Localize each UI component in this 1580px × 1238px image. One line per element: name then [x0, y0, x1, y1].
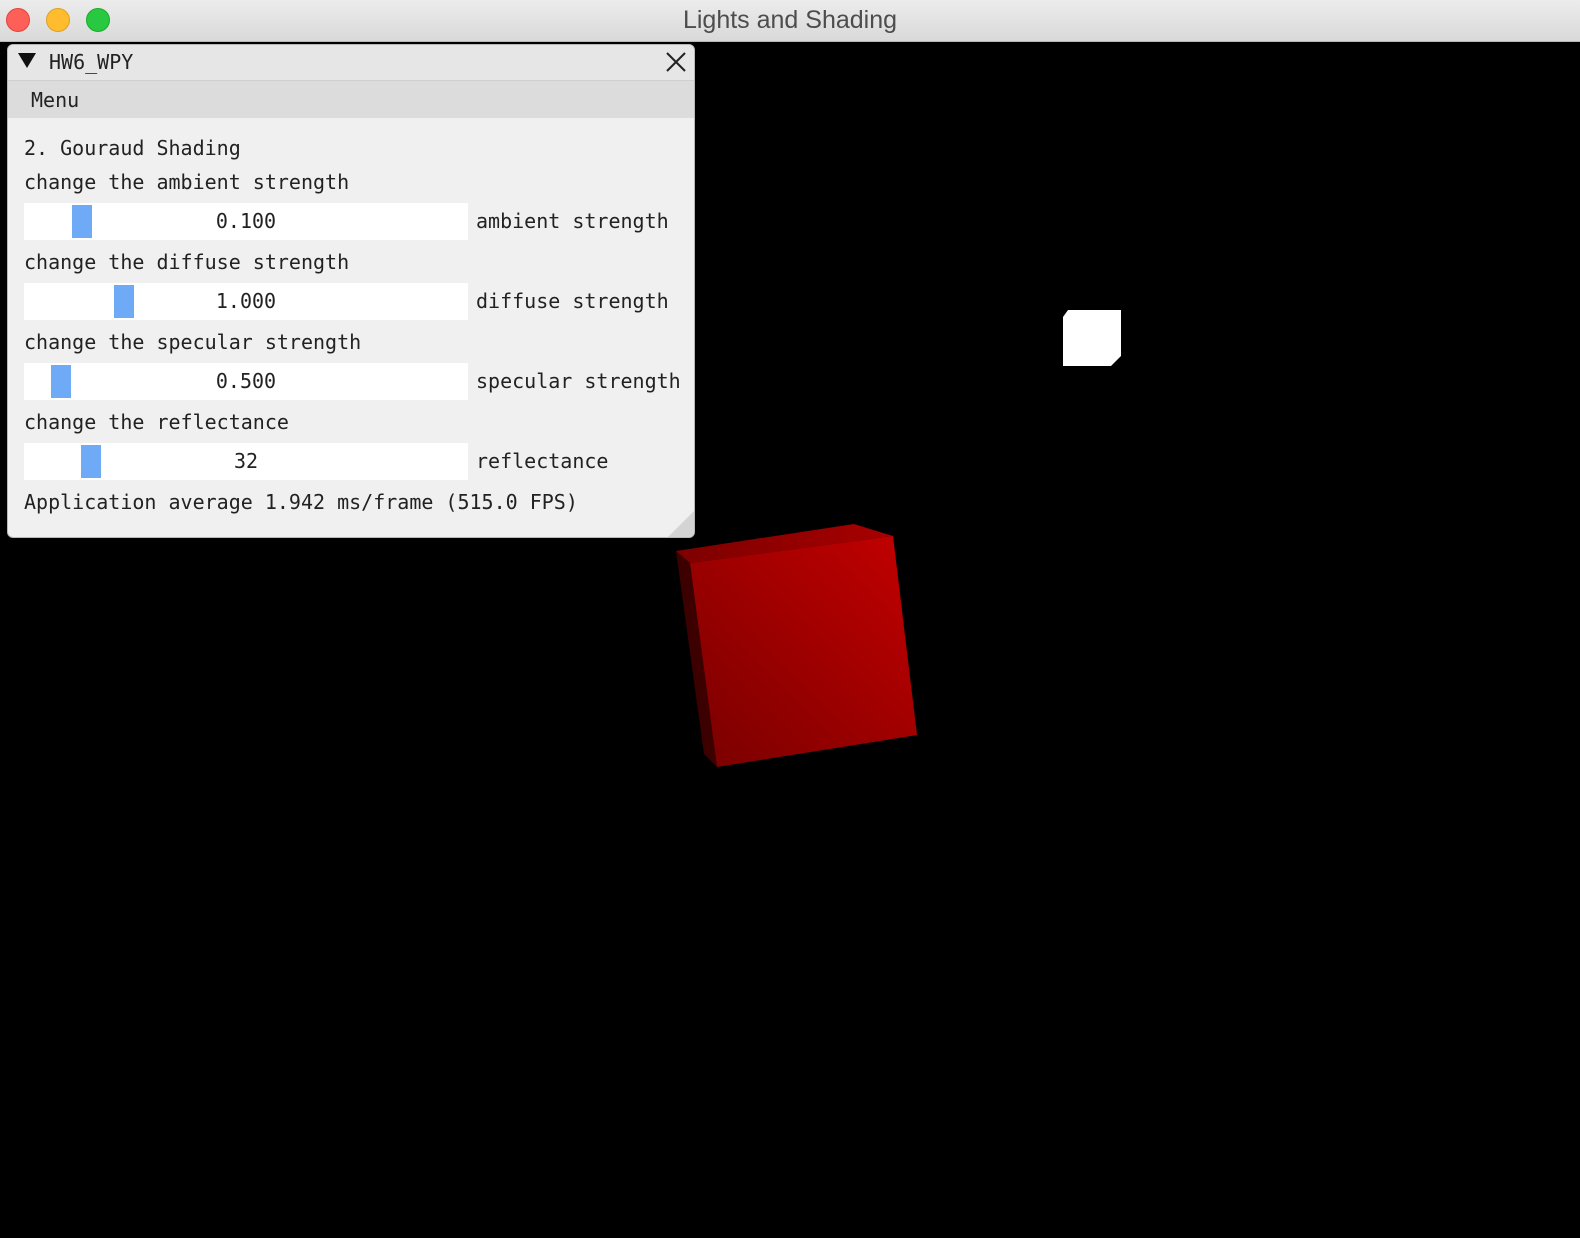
diffuse-slider-label: diffuse strength: [476, 289, 669, 313]
diffuse-slider[interactable]: 1.000: [24, 283, 468, 320]
reflectance-slider-value: 32: [233, 449, 259, 473]
reflectance-heading: change the reflectance: [24, 410, 289, 434]
light-source-shape: [1063, 310, 1121, 366]
diffuse-slider-value: 1.000: [215, 289, 277, 313]
diffuse-heading: change the diffuse strength: [24, 250, 350, 274]
window-title: Lights and Shading: [682, 6, 898, 34]
close-icon[interactable]: [664, 50, 688, 74]
cube-front-face: [690, 536, 917, 767]
collapse-triangle-icon[interactable]: [18, 53, 36, 68]
red-cube: [676, 524, 917, 767]
ambient-slider[interactable]: 0.100: [24, 203, 468, 240]
window-titlebar: Lights and Shading: [0, 0, 1580, 42]
ambient-slider-value: 0.100: [215, 209, 277, 233]
specular-slider[interactable]: 0.500: [24, 363, 468, 400]
app-window: Lights and Shading HW6_WPY Menu 2. Goura…: [0, 0, 1580, 1238]
panel-title: HW6_WPY: [49, 50, 134, 74]
fps-readout: Application average 1.942 ms/frame (515.…: [24, 490, 578, 514]
ambient-heading: change the ambient strength: [24, 170, 350, 194]
ambient-slider-row: 0.100 ambient strength: [24, 199, 684, 245]
panel-titlebar[interactable]: HW6_WPY: [8, 45, 694, 81]
light-source-cube: [1063, 310, 1121, 366]
reflectance-slider[interactable]: 32: [24, 443, 468, 480]
specular-slider-row: 0.500 specular strength: [24, 359, 684, 405]
panel-menubar: Menu: [8, 81, 694, 118]
specular-heading: change the specular strength: [24, 330, 362, 354]
reflectance-slider-label: reflectance: [476, 449, 609, 473]
diffuse-slider-row: 1.000 diffuse strength: [24, 279, 684, 325]
panel-content: 2. Gouraud Shading change the ambient st…: [24, 131, 684, 519]
ambient-slider-label: ambient strength: [476, 209, 669, 233]
menu-item-menu[interactable]: Menu: [29, 88, 81, 112]
section-title: 2. Gouraud Shading: [24, 136, 241, 160]
reflectance-slider-row: 32 reflectance: [24, 439, 684, 485]
specular-slider-value: 0.500: [215, 369, 277, 393]
resize-grip[interactable]: [668, 511, 694, 537]
imgui-panel[interactable]: HW6_WPY Menu 2. Gouraud Shading change t…: [7, 44, 695, 538]
specular-slider-label: specular strength: [476, 369, 681, 393]
